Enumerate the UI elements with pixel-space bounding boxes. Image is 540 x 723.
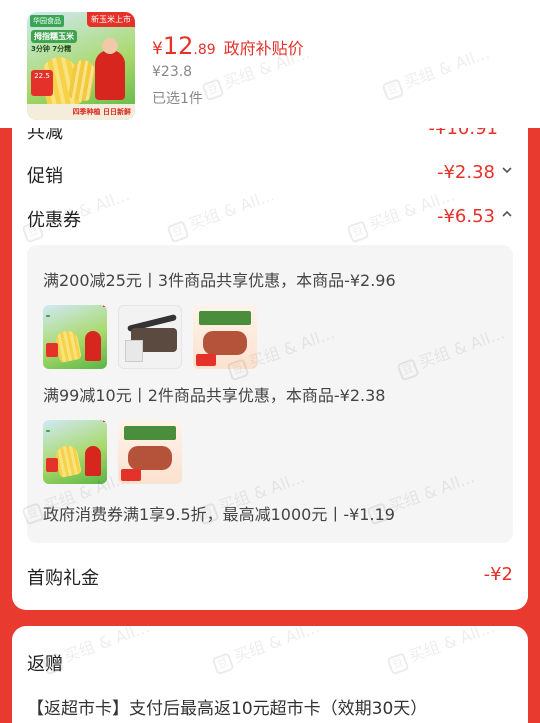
chevron-up-icon[interactable] [501, 208, 513, 224]
product-thumb-corn[interactable] [43, 420, 107, 484]
price-tag [121, 469, 141, 481]
promotion-value-wrap: -¥2.38 [437, 162, 513, 183]
price-currency: ¥ [152, 39, 163, 59]
corn-image [54, 329, 82, 363]
coupon-group-text: 满200减25元丨3件商品共享优惠，本商品-¥2.96 [43, 271, 396, 290]
return-gift-title: 返赠 [27, 654, 63, 675]
first-purchase-value: -¥2 [483, 564, 513, 585]
thumb-badge [103, 305, 107, 307]
product-thumb-corn[interactable] [43, 305, 107, 369]
coupon-group-text: 满99减10元丨2件商品共享优惠，本商品-¥2.38 [43, 386, 386, 405]
steak-header [124, 426, 176, 440]
price-tag [46, 458, 58, 472]
price-line: ¥12.89 政府补贴价 [152, 32, 304, 60]
price-integer: 12 [162, 32, 194, 60]
corn-image [54, 444, 82, 478]
product-thumb-steak[interactable] [118, 420, 182, 484]
thumb-price-tag: 22.5 [31, 70, 53, 96]
return-gift-card: 返赠 【返超市卡】支付后最高返10元超市卡（效期30天） [12, 626, 528, 723]
price-tag [46, 343, 58, 357]
gov-voucher-text: 政府消费券满1享9.5折，最高减1000元丨-¥1.19 [43, 505, 395, 524]
total-cut-value: -¥10.91 [428, 128, 498, 139]
price-tag [196, 354, 216, 366]
thumb-title [46, 315, 50, 317]
first-purchase-label: 首购礼金 [27, 568, 99, 589]
selected-count: 已选1件 [152, 91, 203, 107]
coupon-value-wrap: -¥6.53 [437, 206, 513, 227]
product-header: 华园食品 新玉米上市 拇指糯玉米 3分钟 7分糯 22.5 四季种植 日日新鲜 … [0, 0, 540, 128]
coupon-detail-panel: 满200减25元丨3件商品共享优惠，本商品-¥2.96 满99减10元丨2件商品… [27, 245, 513, 543]
promotion-value: -¥2.38 [436, 162, 495, 183]
steak-image [203, 331, 247, 355]
promotion-label: 促销 [27, 166, 63, 187]
product-thumb-press[interactable] [118, 305, 182, 369]
price-decimal: .89 [193, 42, 216, 58]
thumb-title: 拇指糯玉米 [31, 30, 77, 43]
thumb-new-badge: 新玉米上市 [87, 12, 135, 27]
product-thumbnail[interactable]: 华园食品 新玉米上市 拇指糯玉米 3分钟 7分糯 22.5 四季种植 日日新鲜 [27, 12, 135, 120]
person-image [85, 446, 101, 476]
total-cut-row: 共减 -¥10.91 [27, 128, 513, 143]
steak-header [199, 311, 251, 325]
thumb-brand-label: 华园食品 [30, 15, 64, 27]
subsidy-label: 政府补贴价 [223, 39, 304, 58]
coupon-label: 优惠券 [27, 210, 81, 231]
thumb-footer: 四季种植 日日新鲜 [27, 104, 135, 120]
original-price: ¥23.8 [152, 64, 193, 80]
coupon-value: -¥6.53 [436, 206, 495, 227]
box-image [125, 340, 143, 362]
total-cut-label: 共减 [27, 128, 63, 143]
thumb-subtitle: 3分钟 7分糯 [31, 45, 72, 53]
thumb-badge [103, 420, 107, 422]
person-image [85, 331, 101, 361]
return-gift-description: 【返超市卡】支付后最高返10元超市卡（效期30天） [27, 699, 428, 719]
first-purchase-row: 首购礼金 -¥2 [27, 560, 513, 590]
discount-detail-card: 共减 -¥10.91 促销 -¥2.38 优惠券 -¥6.53 满200减25元… [12, 128, 528, 610]
promotion-row[interactable]: 促销 -¥2.38 [27, 158, 513, 188]
steak-image [128, 446, 172, 470]
coupon-row[interactable]: 优惠券 -¥6.53 [27, 202, 513, 232]
person-image [95, 38, 125, 100]
chevron-down-icon[interactable] [501, 164, 513, 180]
thumb-title [46, 430, 50, 432]
product-thumb-steak[interactable] [193, 305, 257, 369]
